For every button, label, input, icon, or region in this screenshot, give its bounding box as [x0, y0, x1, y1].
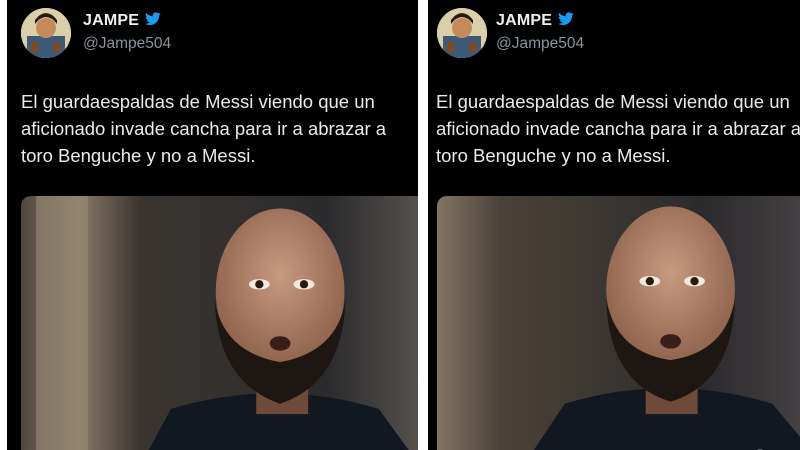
tweet-text-line: toro Benguche y no a Messi. — [21, 145, 256, 166]
handle[interactable]: @Jampe504 — [83, 35, 171, 53]
tweet-text-line: aficionado invade cancha para ir a abraz… — [21, 118, 387, 139]
tweet-card-right: JAMPE @Jampe504 El guardaespaldas de Mes… — [428, 0, 800, 450]
tweet-text: El guardaespaldas de Messi viendo que un… — [21, 88, 386, 169]
tweet-photo[interactable] — [437, 196, 800, 450]
display-name[interactable]: JAMPE — [83, 12, 139, 30]
tweet-text: El guardaespaldas de Messi viendo que un… — [436, 88, 800, 169]
avatar[interactable] — [437, 8, 487, 58]
tweet-text-line: El guardaespaldas de Messi viendo que un — [21, 91, 375, 112]
avatar[interactable] — [21, 8, 71, 58]
tweet-card-left: JAMPE @Jampe504 El guardaespaldas de Mes… — [7, 0, 418, 450]
twitter-bird-icon — [145, 11, 161, 30]
tweet-text-line: El guardaespaldas de Messi viendo que un — [436, 91, 790, 112]
handle[interactable]: @Jampe504 — [496, 35, 584, 53]
author-name-row: JAMPE — [83, 11, 161, 30]
display-name[interactable]: JAMPE — [496, 12, 552, 30]
twitter-bird-icon — [558, 11, 574, 30]
tweet-text-line: aficionado invade cancha para ir a abraz… — [436, 118, 800, 139]
author-name-row: JAMPE — [496, 11, 574, 30]
tweet-photo[interactable] — [21, 196, 418, 450]
tweet-text-line: toro Benguche y no a Messi. — [436, 145, 671, 166]
